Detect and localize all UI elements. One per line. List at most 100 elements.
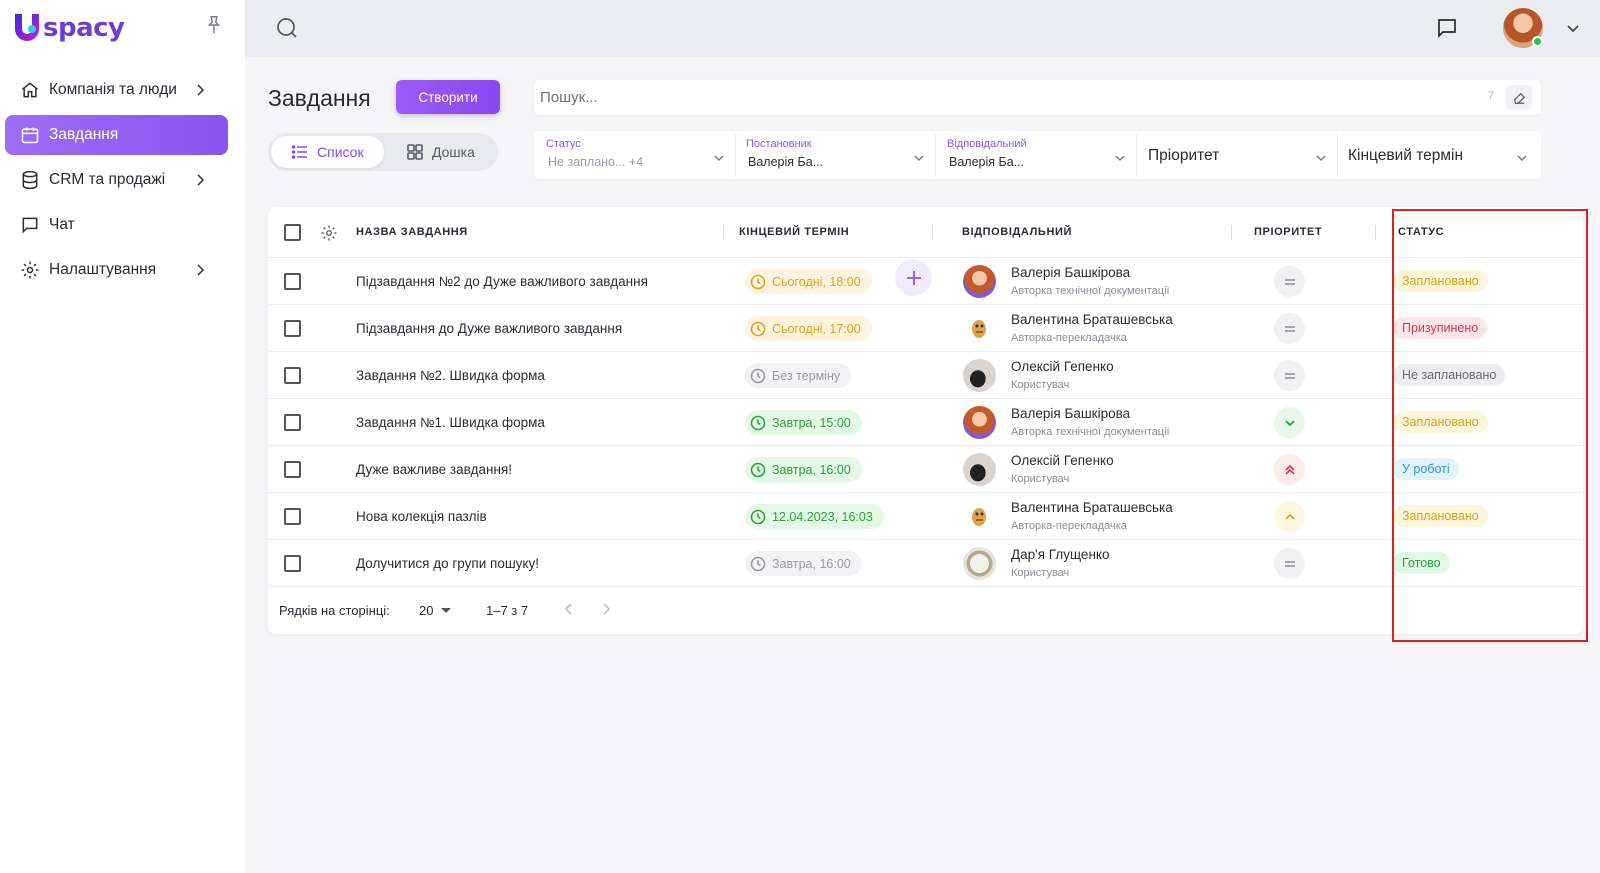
create-task-button[interactable]: Створити (396, 80, 500, 114)
previous-page-icon[interactable] (561, 601, 577, 617)
assignee-role: Авторка-перекладачка (1011, 332, 1127, 344)
column-settings-icon[interactable] (320, 224, 338, 242)
app-logo[interactable]: spacy (12, 12, 125, 44)
chevron-down-icon (913, 151, 925, 163)
priority-highest-icon[interactable] (1274, 454, 1305, 485)
table-row[interactable]: Долучитися до групи пошуку! Завтра, 16:00… (268, 540, 1583, 587)
assignee-name[interactable]: Валентина Браташевська (1011, 500, 1173, 515)
row-checkbox[interactable] (284, 414, 301, 431)
task-name[interactable]: Підзавдання №2 до Дуже важливого завданн… (356, 274, 648, 289)
filter-deadline[interactable]: Кінцевий термін (1340, 133, 1538, 177)
priority-normal-icon[interactable] (1274, 360, 1305, 391)
priority-normal-icon[interactable] (1274, 266, 1305, 297)
task-name[interactable]: Підзавдання до Дуже важливого завдання (356, 321, 622, 336)
assignee-role: Користувач (1011, 473, 1070, 485)
sidebar-item-company[interactable]: Компанія та люди (5, 70, 228, 110)
search-icon[interactable] (275, 16, 299, 40)
column-header-priority[interactable]: ПРІОРИТЕТ (1254, 226, 1322, 238)
status-badge[interactable]: Не заплановано (1393, 364, 1506, 386)
add-task-icon[interactable] (895, 259, 932, 296)
row-checkbox[interactable] (284, 273, 301, 290)
table-row[interactable]: Нова колекція пазлів 12.04.2023, 16:03 Вал… (268, 493, 1583, 540)
assignee-role: Авторка технічної документації (1011, 426, 1170, 438)
search-input[interactable] (540, 80, 1480, 115)
avatar (963, 500, 996, 533)
calendar-icon (19, 124, 41, 146)
assignee-name[interactable]: Валерія Башкірова (1011, 265, 1130, 280)
table-row[interactable]: Завдання №2. Швидка форма Без терміну Олек… (268, 352, 1583, 399)
filter-priority-placeholder: Пріоритет (1148, 147, 1220, 164)
view-board-label: Дошка (432, 144, 475, 160)
filter-author-label: Постановник (746, 138, 812, 150)
row-checkbox[interactable] (284, 508, 301, 525)
sidebar-item-label: Чат (49, 216, 75, 233)
deadline-badge[interactable]: Сьогодні, 18:00 (745, 269, 872, 294)
table-row[interactable]: Підзавдання №2 до Дуже важливого завданн… (268, 258, 1583, 305)
assignee-name[interactable]: Валентина Браташевська (1011, 312, 1173, 327)
sidebar-item-chat[interactable]: Чат (5, 205, 228, 245)
status-badge[interactable]: Заплановано (1393, 505, 1488, 527)
view-list-button[interactable]: Список (271, 136, 384, 168)
filter-status-extra: +4 (628, 155, 644, 169)
deadline-badge[interactable]: Завтра, 16:00 (745, 457, 862, 482)
column-header-name[interactable]: НАЗВА ЗАВДАННЯ (356, 226, 468, 238)
deadline-badge[interactable]: Завтра, 16:00 (745, 551, 862, 576)
assignee-name[interactable]: Валерія Башкірова (1011, 406, 1130, 421)
deadline-badge[interactable]: Сьогодні, 17:00 (745, 316, 872, 341)
status-badge[interactable]: Готово (1393, 552, 1450, 574)
filter-priority[interactable]: Пріоритет (1140, 133, 1338, 177)
filter-author[interactable]: Постановник Валерія Ба... (738, 133, 936, 177)
deadline-text: Без терміну (772, 368, 841, 383)
assignee-name[interactable]: Олексій Гепенко (1011, 453, 1114, 468)
assignee-name[interactable]: Дар'я Глущенко (1011, 547, 1109, 562)
view-list-label: Список (317, 144, 364, 160)
priority-low-icon[interactable] (1274, 407, 1305, 438)
task-name[interactable]: Завдання №1. Швидка форма (356, 415, 545, 430)
table-row[interactable]: Дуже важливе завдання! Завтра, 16:00 Олекс… (268, 446, 1583, 493)
chevron-down-icon[interactable] (1565, 20, 1581, 36)
filter-status[interactable]: Статус Не заплано... +4 (538, 133, 736, 177)
column-header-deadline[interactable]: КІНЦЕВИЙ ТЕРМІН (739, 226, 849, 238)
row-checkbox[interactable] (284, 555, 301, 572)
sidebar-item-settings[interactable]: Налаштування (5, 250, 228, 290)
sidebar-item-crm[interactable]: CRM та продажі (5, 160, 228, 200)
task-name[interactable]: Дуже важливе завдання! (356, 462, 512, 477)
assignee-name[interactable]: Олексій Гепенко (1011, 359, 1114, 374)
select-all-checkbox[interactable] (284, 224, 301, 241)
row-checkbox[interactable] (284, 461, 301, 478)
home-icon (19, 79, 41, 101)
rows-per-page-select[interactable]: 20 (419, 603, 433, 618)
clear-search-icon[interactable] (1506, 85, 1532, 110)
column-header-status[interactable]: СТАТУС (1398, 226, 1444, 238)
view-board-button[interactable]: Дошка (388, 136, 494, 168)
status-badge[interactable]: Заплановано (1393, 411, 1488, 433)
status-badge[interactable]: У роботі (1393, 458, 1459, 480)
deadline-badge[interactable]: 12.04.2023, 16:03 (745, 504, 884, 529)
task-name[interactable]: Долучитися до групи пошуку! (356, 556, 539, 571)
deadline-badge[interactable]: Завтра, 15:00 (745, 410, 862, 435)
status-badge[interactable]: Призупинено (1393, 317, 1488, 339)
task-name[interactable]: Завдання №2. Швидка форма (356, 368, 545, 383)
priority-normal-icon[interactable] (1274, 548, 1305, 579)
deadline-badge[interactable]: Без терміну (745, 363, 852, 388)
clock-icon (750, 415, 766, 431)
filter-assignee-label: Відповідальний (947, 138, 1027, 150)
filter-assignee[interactable]: Відповідальний Валерія Ба... (939, 133, 1137, 177)
caret-down-icon[interactable] (441, 608, 451, 613)
pin-sidebar-icon[interactable] (203, 14, 225, 36)
task-name[interactable]: Нова колекція пазлів (356, 509, 487, 524)
row-checkbox[interactable] (284, 320, 301, 337)
status-badge[interactable]: Заплановано (1393, 270, 1488, 292)
next-page-icon[interactable] (598, 601, 614, 617)
column-header-assignee[interactable]: ВІДПОВІДАЛЬНИЙ (962, 226, 1072, 238)
row-checkbox[interactable] (284, 367, 301, 384)
priority-normal-icon[interactable] (1274, 313, 1305, 344)
sidebar-item-tasks[interactable]: Завдання (5, 115, 228, 155)
priority-high-icon[interactable] (1274, 501, 1305, 532)
messages-icon[interactable] (1435, 16, 1459, 40)
page-title: Завдання (268, 85, 371, 111)
pagination-range: 1–7 з 7 (486, 603, 529, 618)
table-row[interactable]: Завдання №1. Швидка форма Завтра, 15:00 Ва… (268, 399, 1583, 446)
table-row[interactable]: Підзавдання до Дуже важливого завдання Сь… (268, 305, 1583, 352)
view-toggle: Список Дошка (268, 133, 498, 171)
